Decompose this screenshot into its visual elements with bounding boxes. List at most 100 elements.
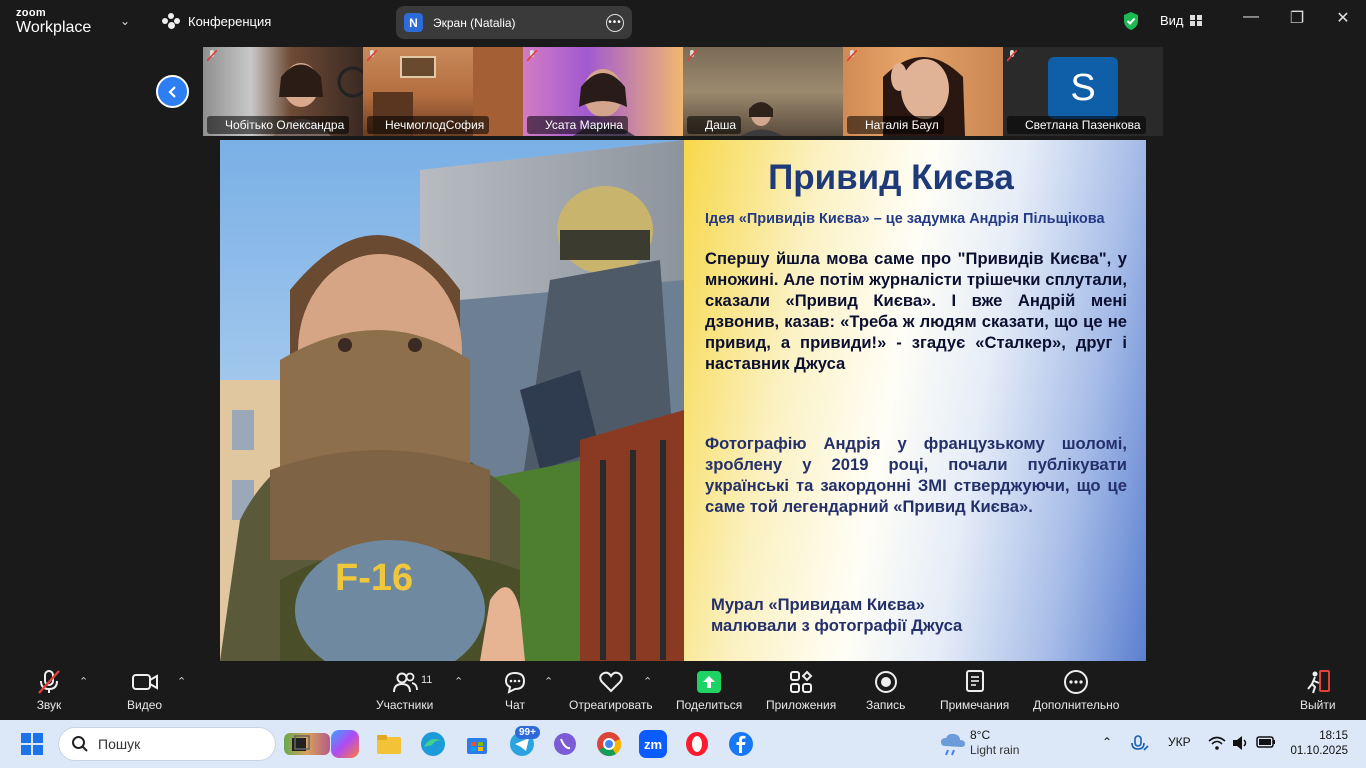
participant-name: Светлана Пазенкова bbox=[1007, 116, 1146, 134]
mural-line-1: Мурал «Привидам Києва» bbox=[711, 595, 925, 614]
slide-paragraph-1: Спершу йшла мова саме про "Привидів Києв… bbox=[705, 249, 1127, 373]
wifi-icon[interactable] bbox=[1208, 735, 1226, 751]
muted-mic-icon bbox=[687, 50, 697, 62]
edge-browser-icon[interactable] bbox=[419, 730, 447, 758]
zoom-window: zoom Workplace ⌄ Конференция N Экран (Na… bbox=[0, 0, 1366, 720]
search-placeholder: Пошук bbox=[98, 736, 141, 752]
chat-label: Чат bbox=[505, 698, 525, 712]
copilot-icon[interactable] bbox=[331, 730, 359, 758]
notes-button[interactable]: Примечания bbox=[940, 669, 1009, 712]
clock-date: 01.10.2025 bbox=[1290, 745, 1348, 757]
zoom-app-icon[interactable]: zm bbox=[639, 730, 667, 758]
slide-title: Привид Києва bbox=[768, 158, 1014, 197]
clock-time: 18:15 bbox=[1319, 730, 1348, 742]
apps-icon bbox=[790, 670, 813, 693]
chrome-icon[interactable] bbox=[595, 730, 623, 758]
zoom-logo[interactable]: zoom Workplace bbox=[16, 8, 91, 36]
microphone-icon[interactable] bbox=[1130, 734, 1150, 754]
share-indicator[interactable]: N Экран (Natalia) ••• bbox=[396, 6, 632, 39]
participant-tile[interactable]: Наталія Баул bbox=[843, 47, 1003, 136]
slide-photo: F-16 bbox=[220, 140, 684, 661]
leave-icon bbox=[1306, 670, 1330, 694]
search-icon bbox=[72, 736, 88, 752]
view-label: Вид bbox=[1160, 13, 1184, 28]
file-explorer-icon[interactable] bbox=[375, 730, 403, 758]
participant-name: Даша bbox=[687, 116, 742, 134]
close-button[interactable]: ✕ bbox=[1320, 8, 1366, 28]
chevron-down-icon[interactable]: ⌄ bbox=[120, 14, 130, 28]
weather-temp: 8°C bbox=[970, 728, 991, 742]
windows-start-icon[interactable] bbox=[21, 733, 43, 755]
rain-cloud-icon bbox=[941, 733, 965, 756]
participant-tile[interactable]: S Светлана Пазенкова bbox=[1003, 47, 1163, 136]
slide-mural-caption: Мурал «Привидам Києва» малювали з фотогр… bbox=[711, 594, 1031, 636]
battery-icon[interactable] bbox=[1256, 735, 1276, 749]
record-label: Запись bbox=[866, 698, 906, 712]
muted-mic-icon bbox=[207, 50, 217, 62]
telegram-badge: 99+ bbox=[515, 726, 540, 739]
share-button[interactable]: Поделиться bbox=[676, 669, 742, 712]
people-icon bbox=[162, 13, 180, 29]
view-button[interactable]: Вид bbox=[1160, 13, 1202, 28]
react-label: Отреагировать bbox=[569, 698, 653, 712]
notes-label: Примечания bbox=[940, 698, 1010, 712]
participant-tile[interactable]: Даша bbox=[683, 47, 843, 136]
search-box[interactable]: Пошук bbox=[58, 727, 330, 761]
chevron-up-icon[interactable]: ⌃ bbox=[1102, 735, 1112, 749]
volume-icon[interactable] bbox=[1232, 735, 1250, 751]
react-options-caret[interactable]: ⌃ bbox=[643, 675, 652, 688]
chat-button[interactable]: Чат bbox=[503, 669, 527, 712]
sharer-avatar: N bbox=[404, 13, 423, 32]
weather-widget[interactable]: 8°C Light rain bbox=[970, 728, 1019, 758]
viber-icon[interactable] bbox=[551, 730, 579, 758]
leave-button[interactable]: Выйти bbox=[1300, 669, 1336, 712]
gallery-prev-button[interactable] bbox=[156, 75, 189, 108]
muted-mic-icon bbox=[367, 50, 377, 62]
more-icon[interactable]: ••• bbox=[606, 13, 624, 32]
more-button[interactable]: Дополнительно bbox=[1033, 669, 1119, 712]
participant-name: Наталія Баул bbox=[847, 116, 944, 134]
audio-button[interactable]: Звук bbox=[36, 669, 62, 712]
slide-text-panel: Привид Києва Ідея «Привидів Києва» – це … bbox=[684, 140, 1146, 661]
meeting-info-button[interactable]: Конференция bbox=[162, 13, 271, 29]
notes-icon bbox=[965, 670, 984, 692]
share-title: Экран (Natalia) bbox=[433, 15, 516, 30]
participant-tile[interactable]: НечмоглодСофия bbox=[363, 47, 523, 136]
photo-image: F-16 bbox=[220, 140, 684, 661]
muted-mic-icon bbox=[38, 670, 60, 694]
language-indicator[interactable]: УКР bbox=[1168, 735, 1191, 749]
more-icon bbox=[1064, 670, 1089, 694]
brand-top: zoom bbox=[16, 7, 46, 19]
restore-button[interactable]: ❐ bbox=[1274, 8, 1320, 28]
chat-options-caret[interactable]: ⌃ bbox=[544, 675, 553, 688]
video-options-caret[interactable]: ⌃ bbox=[177, 675, 186, 688]
participant-name: Усата Марина bbox=[527, 116, 629, 134]
encryption-shield-icon[interactable] bbox=[1122, 11, 1140, 31]
audio-label: Звук bbox=[36, 698, 62, 712]
muted-mic-icon bbox=[527, 50, 537, 62]
participant-tile[interactable]: Чобітько Олександра bbox=[203, 47, 363, 136]
participants-count: 11 bbox=[421, 674, 433, 686]
share-screen-icon bbox=[697, 671, 722, 693]
participant-tile[interactable]: Усата Марина bbox=[523, 47, 683, 136]
weather-desc: Light rain bbox=[970, 743, 1020, 757]
video-label: Видео bbox=[127, 698, 163, 712]
heart-icon bbox=[599, 671, 623, 693]
participants-options-caret[interactable]: ⌃ bbox=[454, 675, 463, 688]
video-button[interactable]: Видео bbox=[127, 669, 162, 712]
react-button[interactable]: Отреагировать bbox=[569, 669, 653, 712]
facebook-icon[interactable] bbox=[727, 730, 755, 758]
apps-button[interactable]: Приложения bbox=[766, 669, 836, 712]
brand-bottom: Workplace bbox=[16, 19, 92, 36]
slide-paragraph-2: Фотографію Андрія у французькому шоломі,… bbox=[705, 434, 1127, 516]
opera-icon[interactable] bbox=[683, 730, 711, 758]
audio-options-caret[interactable]: ⌃ bbox=[79, 675, 88, 688]
shirt-text: F-16 bbox=[335, 557, 413, 599]
system-clock[interactable]: 18:15 01.10.2025 bbox=[1290, 729, 1348, 759]
participant-name: НечмоглодСофия bbox=[367, 116, 490, 134]
record-button[interactable]: Запись bbox=[866, 669, 905, 712]
task-view-icon[interactable] bbox=[286, 730, 314, 758]
microsoft-store-icon[interactable] bbox=[463, 730, 491, 758]
minimize-button[interactable]: — bbox=[1228, 8, 1274, 26]
record-icon bbox=[874, 671, 897, 693]
